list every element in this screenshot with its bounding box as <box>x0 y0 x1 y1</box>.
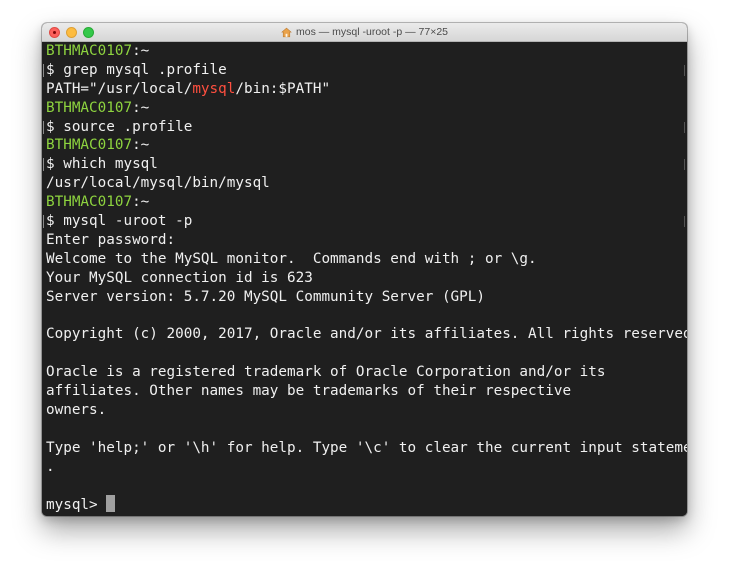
output-text: PATH="/usr/local/ <box>46 80 193 97</box>
command-line: $ which mysql <box>43 155 685 174</box>
output-line: affiliates. Other names may be trademark… <box>46 383 572 400</box>
command-mark <box>43 158 44 172</box>
window-title-group: mos — mysql -uroot -p — 77×25 <box>42 23 687 41</box>
command-line: $ mysql -uroot -p <box>43 212 685 231</box>
prompt-host: BTHMAC0107 <box>46 194 133 211</box>
prompt-path: :~ <box>132 137 150 154</box>
command-mark <box>43 120 44 134</box>
right-margin-mark <box>684 64 685 76</box>
prompt-line: BTHMAC0107:~ <box>46 193 683 212</box>
terminal-window: mos — mysql -uroot -p — 77×25 BTHMAC0107… <box>42 23 687 516</box>
title-bar[interactable]: mos — mysql -uroot -p — 77×25 <box>42 23 687 42</box>
right-margin-mark <box>684 121 685 133</box>
prompt-host: BTHMAC0107 <box>46 99 133 116</box>
prompt-line: BTHMAC0107:~ <box>46 136 683 155</box>
command-text: source .profile <box>54 118 193 135</box>
highlighted-match: mysql <box>192 80 236 97</box>
output-line: Welcome to the MySQL monitor. Commands e… <box>46 250 537 267</box>
output-line: PATH="/usr/local/mysql/bin:$PATH" <box>46 80 683 99</box>
prompt-path: :~ <box>132 43 150 59</box>
prompt-symbol: $ <box>46 61 55 78</box>
prompt-line: BTHMAC0107:~ <box>46 42 683 61</box>
output-line: Type 'help;' or '\h' for help. Type '\c'… <box>46 439 687 456</box>
window-title: mos — mysql -uroot -p — 77×25 <box>295 26 448 38</box>
mysql-prompt: mysql> <box>46 497 107 514</box>
prompt-host: BTHMAC0107 <box>46 43 133 59</box>
output-line: Copyright (c) 2000, 2017, Oracle and/or … <box>46 326 687 343</box>
command-line: $ grep mysql .profile <box>43 61 685 80</box>
right-margin-mark <box>684 159 685 171</box>
prompt-host: BTHMAC0107 <box>46 137 133 154</box>
prompt-symbol: $ <box>46 156 55 173</box>
output-line: Your MySQL connection id is 623 <box>46 269 313 286</box>
home-folder-icon <box>281 27 292 37</box>
prompt-symbol: $ <box>46 213 55 230</box>
command-text: which mysql <box>54 156 158 173</box>
mysql-prompt-line[interactable]: mysql> <box>46 495 683 514</box>
terminal-content[interactable]: BTHMAC0107:~ $ grep mysql .profile PATH=… <box>42 42 687 516</box>
prompt-path: :~ <box>132 194 150 211</box>
command-mark <box>43 63 44 77</box>
prompt-symbol: $ <box>46 118 55 135</box>
command-text: grep mysql .profile <box>54 61 227 78</box>
command-text: mysql -uroot -p <box>54 213 193 230</box>
output-line: Server version: 5.7.20 MySQL Community S… <box>46 288 485 305</box>
output-line: Enter password: <box>46 231 176 248</box>
output-text: /bin:$PATH" <box>235 80 331 97</box>
command-mark <box>43 215 44 229</box>
command-line: $ source .profile <box>43 118 685 137</box>
output-line: Oracle is a registered trademark of Orac… <box>46 364 606 381</box>
prompt-path: :~ <box>132 99 150 116</box>
text-cursor <box>106 495 116 513</box>
output-line: . <box>46 458 55 475</box>
output-line: owners. <box>46 401 107 418</box>
prompt-line: BTHMAC0107:~ <box>46 99 683 118</box>
right-margin-mark <box>684 216 685 228</box>
output-line: /usr/local/mysql/bin/mysql <box>46 175 270 192</box>
